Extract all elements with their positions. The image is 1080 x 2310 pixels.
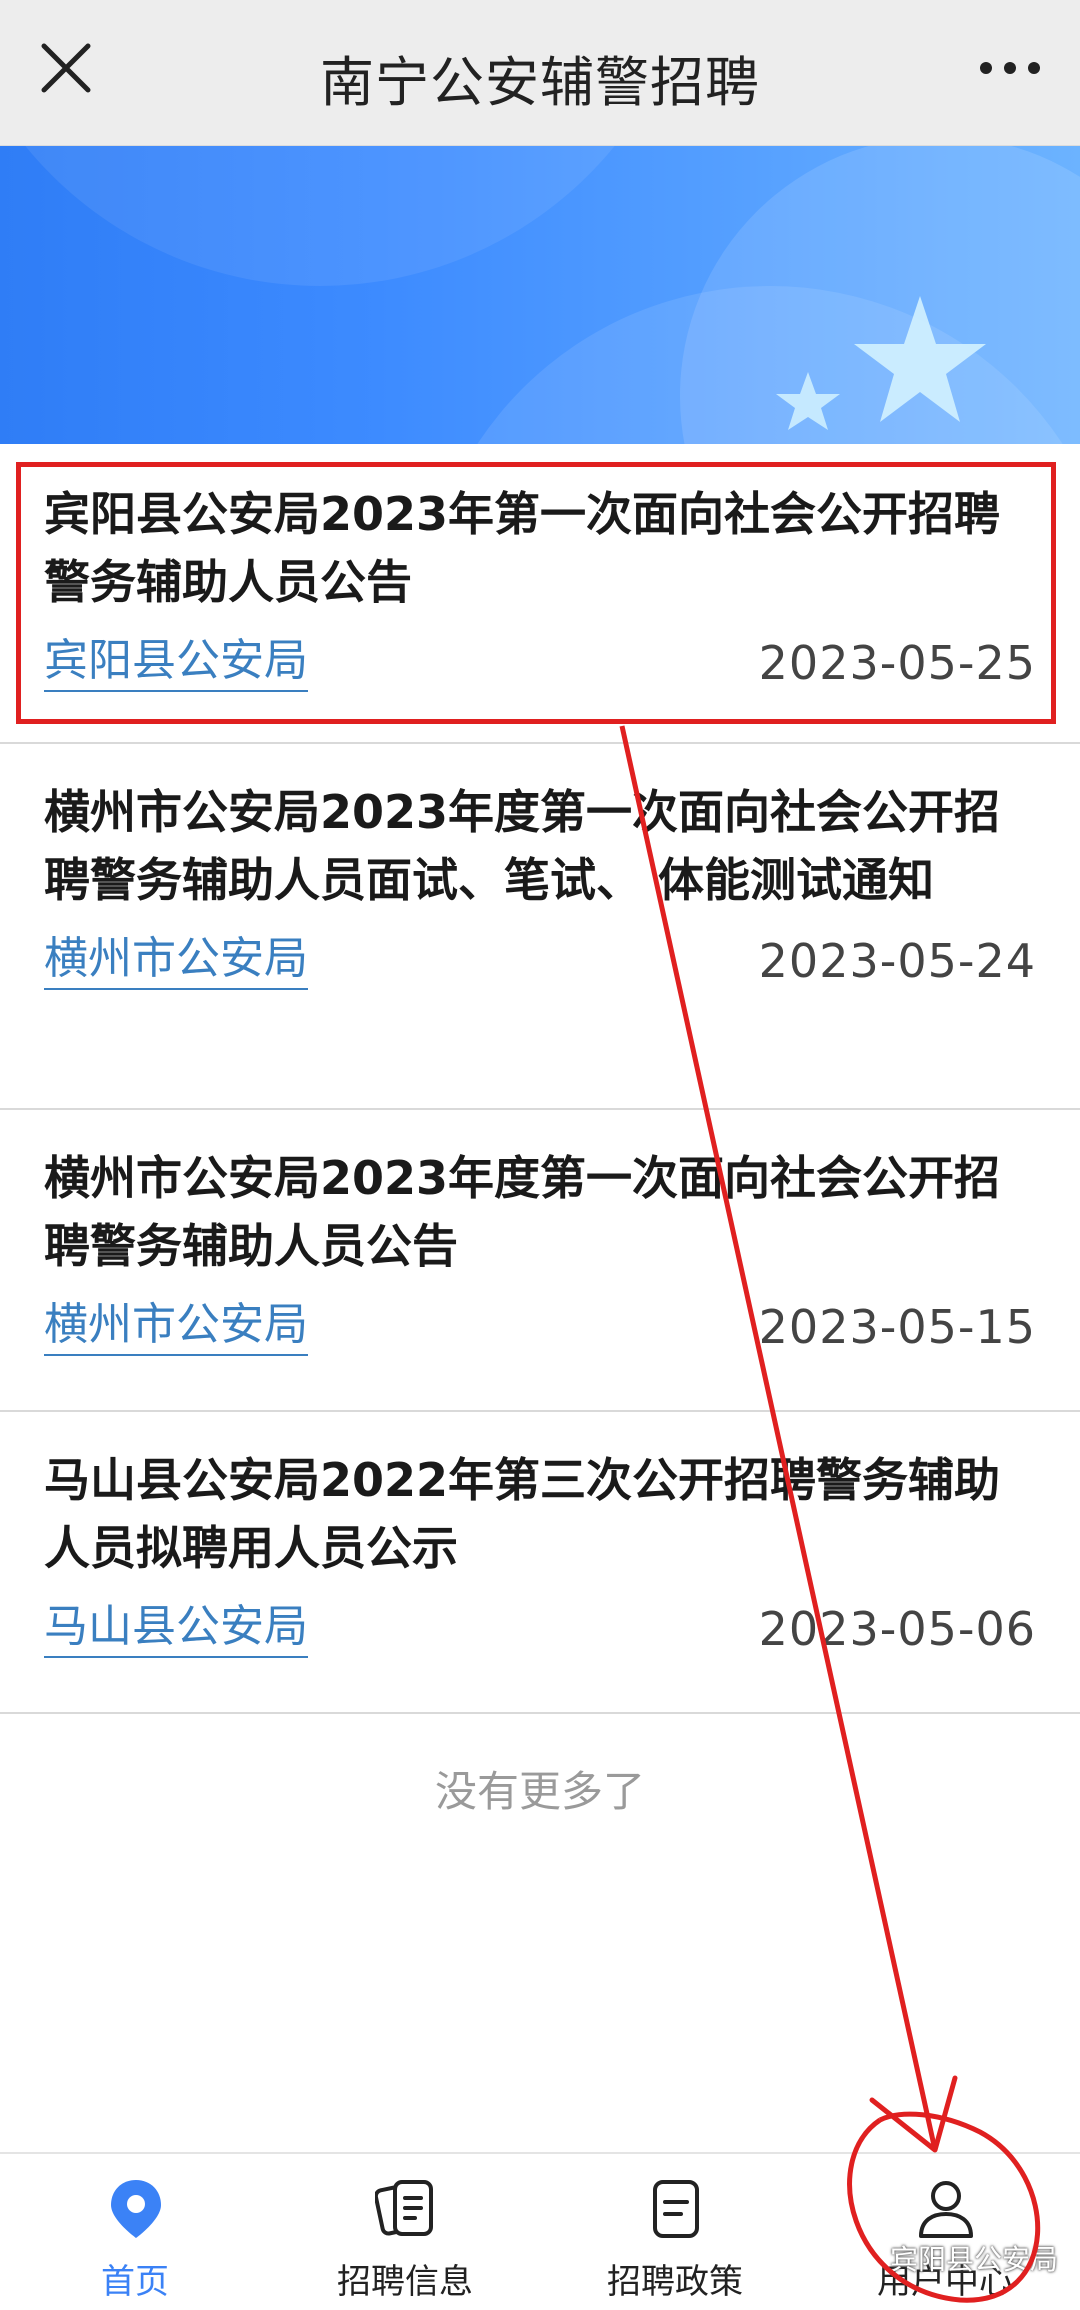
user-icon [919, 2181, 973, 2238]
highlight-box [16, 462, 1056, 724]
item-org-link[interactable]: 横州市公安局 [44, 1298, 308, 1356]
page-title: 南宁公安辅警招聘 [320, 51, 760, 114]
watermark-text: 宾阳县公安局 [889, 2243, 1058, 2276]
list-item[interactable]: 马山县公安局2022年第三次公开招聘警务辅助人员拟聘用人员公示 马山县公安局 2… [0, 1412, 1080, 1714]
more-icon[interactable] [978, 58, 1042, 78]
location-pin-icon [111, 2180, 161, 2238]
document-cards-icon [375, 2180, 433, 2236]
tab-home[interactable]: 首页 [0, 2154, 270, 2310]
header-banner [0, 146, 1080, 444]
item-org-link[interactable]: 横州市公安局 [44, 932, 308, 990]
top-bar: 南宁公安辅警招聘 [0, 0, 1080, 146]
item-title[interactable]: 横州市公安局2023年度第一次面向社会公开招聘警务辅助人员面试、笔试、 体能测试… [44, 744, 1036, 914]
end-of-list-text: 没有更多了 [434, 1767, 645, 1816]
bottom-nav: 首页 招聘信息 招聘政策 用户中心 [0, 2152, 1080, 2310]
policy-document-icon [653, 2180, 699, 2238]
tab-label: 首页 [101, 2262, 169, 2302]
item-title[interactable]: 横州市公安局2023年度第一次面向社会公开招聘警务辅助人员公告 [44, 1110, 1036, 1280]
tab-label: 招聘信息 [337, 2262, 473, 2302]
tab-user-center[interactable]: 用户中心 [810, 2154, 1080, 2310]
tab-recruit-policy[interactable]: 招聘政策 [540, 2154, 810, 2310]
list-item[interactable]: 横州市公安局2023年度第一次面向社会公开招聘警务辅助人员公告 横州市公安局 2… [0, 1110, 1080, 1412]
item-date: 2023-05-24 [758, 934, 1036, 988]
stars-decoration-icon [776, 296, 986, 430]
tab-label: 招聘政策 [607, 2262, 743, 2302]
item-org-link[interactable]: 马山县公安局 [44, 1600, 308, 1658]
list-item[interactable]: 横州市公安局2023年度第一次面向社会公开招聘警务辅助人员面试、笔试、 体能测试… [0, 744, 1080, 1110]
item-date: 2023-05-06 [758, 1602, 1036, 1656]
item-title[interactable]: 马山县公安局2022年第三次公开招聘警务辅助人员拟聘用人员公示 [44, 1412, 1036, 1582]
item-date: 2023-05-15 [758, 1300, 1036, 1354]
tab-recruit-info[interactable]: 招聘信息 [270, 2154, 540, 2310]
